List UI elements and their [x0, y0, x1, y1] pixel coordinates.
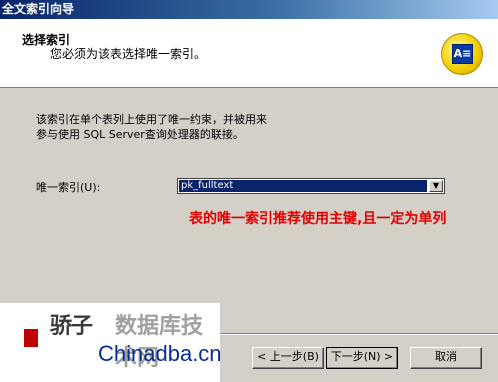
unique-index-label: 唯一索引(U): [36, 181, 101, 194]
document-icon: A≡ [452, 44, 473, 64]
page-subtitle: 您必须为该表选择唯一索引。 [50, 47, 207, 61]
description-line-1: 该索引在单个表列上使用了唯一约束，并被用来 [36, 113, 267, 126]
wizard-index-icon: A≡ [441, 33, 483, 75]
back-button[interactable]: < 上一步(B) [252, 347, 324, 369]
watermark-logo: 骄子 数据库技术网 Chinadba.cn [0, 303, 222, 382]
description-line-2: 参与使用 SQL Server查询处理器的联接。 [36, 128, 244, 141]
wizard-header: 选择索引 您必须为该表选择唯一索引。 A≡ [0, 19, 498, 88]
unique-index-select[interactable]: pk_fulltext ▼ [177, 178, 445, 194]
description-text: 该索引在单个表列上使用了唯一约束，并被用来 参与使用 SQL Server查询处… [36, 112, 456, 142]
window-title: 全文索引向导 [0, 0, 498, 19]
logo-brand-domain: Chinadba.cn [98, 341, 222, 366]
chevron-down-icon[interactable]: ▼ [429, 180, 443, 192]
cancel-button[interactable]: 取消 [410, 347, 482, 369]
logo-brand-cn: 骄子 [50, 314, 93, 339]
annotation-text: 表的唯一索引推荐使用主键,且一定为单列 [189, 211, 447, 227]
unique-index-value[interactable]: pk_fulltext [179, 180, 427, 192]
logo-icon [6, 311, 42, 365]
next-button[interactable]: 下一步(N) > [326, 347, 398, 369]
